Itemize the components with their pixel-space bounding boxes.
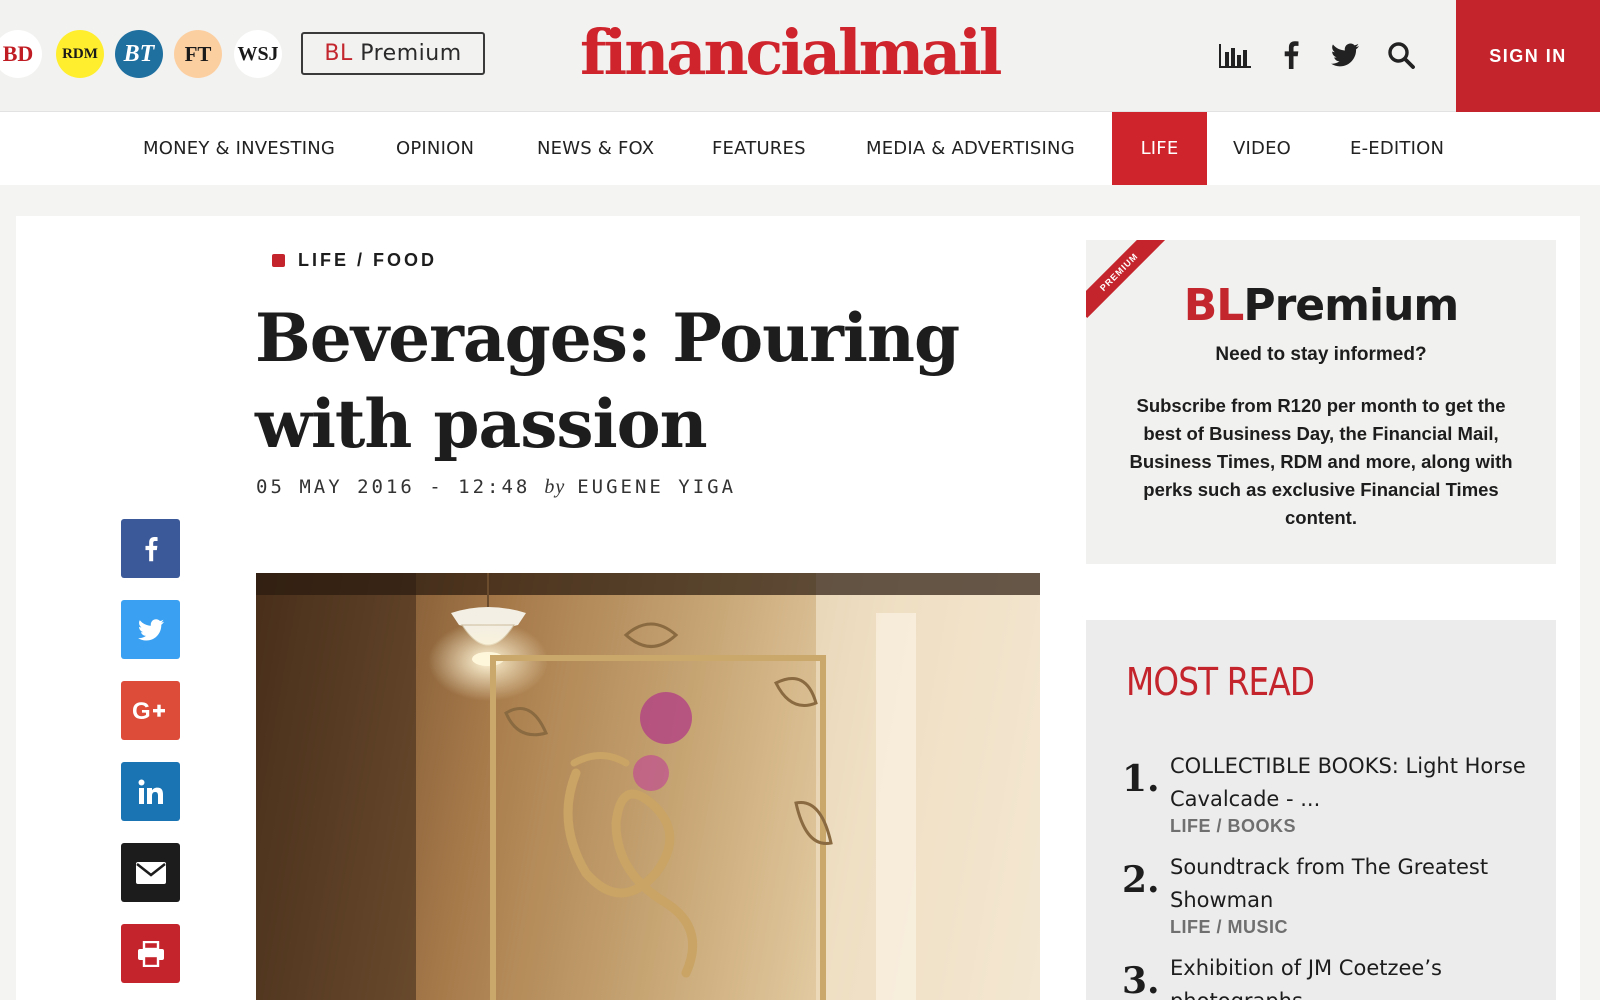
cafe-window-illustration <box>256 573 1040 1000</box>
most-read-title: MOST READ <box>1126 660 1315 704</box>
bl-premium-suffix: Premium <box>352 41 462 66</box>
nav-video[interactable]: VIDEO <box>1233 112 1291 185</box>
nav-media-advertising[interactable]: MEDIA & ADVERTISING <box>866 112 1075 185</box>
most-read-number: 1. <box>1122 758 1160 800</box>
article-hero-image <box>256 573 1040 1000</box>
share-google-plus-button[interactable]: G <box>121 681 180 740</box>
promo-body: Subscribe from R120 per month to get the… <box>1129 395 1513 528</box>
bl-premium-logo: BLPremium <box>1086 280 1556 331</box>
byline-by: by <box>544 476 566 498</box>
article-author[interactable]: EUGENE YIGA <box>577 476 736 498</box>
twitter-icon[interactable] <box>1328 38 1362 72</box>
wsj-logo[interactable]: WSJ <box>234 30 282 78</box>
most-read-headline[interactable]: Soundtrack from The Greatest Showman <box>1170 851 1530 917</box>
site-logo[interactable]: financialmail <box>580 16 1002 89</box>
most-read-panel: MOST READ 1. COLLECTIBLE BOOKS: Light Ho… <box>1086 620 1556 1000</box>
most-read-category[interactable]: LIFE / BOOKS <box>1170 816 1296 837</box>
bt-logo[interactable]: BT <box>115 30 163 78</box>
bl-premium-button[interactable]: BL Premium <box>301 32 485 75</box>
article-byline: 05 MAY 2016 - 12:48 by EUGENE YIGA <box>256 476 736 499</box>
share-linkedin-button[interactable] <box>121 762 180 821</box>
search-icon[interactable] <box>1384 38 1418 72</box>
nav-news-fox[interactable]: NEWS & FOX <box>537 112 654 185</box>
promo-logo-prefix: BL <box>1183 280 1245 331</box>
nav-e-edition[interactable]: E-EDITION <box>1350 112 1444 185</box>
svg-text:G: G <box>132 699 151 723</box>
rdm-logo[interactable]: RDM <box>56 30 104 78</box>
breadcrumb-text: LIFE / FOOD <box>298 250 437 270</box>
sign-in-button[interactable]: SIGN IN <box>1456 0 1600 112</box>
site-header: BD RDM BT FT WSJ BL Premium financialmai… <box>0 0 1600 112</box>
facebook-icon[interactable] <box>1274 38 1308 72</box>
bl-premium-prefix: BL <box>324 41 353 66</box>
share-facebook-button[interactable] <box>121 519 180 578</box>
ft-logo[interactable]: FT <box>174 30 222 78</box>
share-email-button[interactable] <box>121 843 180 902</box>
category-marker <box>272 254 285 267</box>
promo-logo-suffix: Premium <box>1243 280 1459 331</box>
most-read-number: 2. <box>1122 859 1160 901</box>
twitter-icon <box>137 618 164 641</box>
bd-logo[interactable]: BD <box>0 30 42 78</box>
nav-life[interactable]: LIFE <box>1112 112 1207 185</box>
nav-opinion[interactable]: OPINION <box>396 112 474 185</box>
nav-money-investing[interactable]: MONEY & INVESTING <box>143 112 335 185</box>
main-nav: MONEY & INVESTING OPINION NEWS & FOX FEA… <box>0 112 1600 185</box>
promo-question: Need to stay informed? <box>1215 344 1427 365</box>
nav-features[interactable]: FEATURES <box>712 112 806 185</box>
most-read-headline[interactable]: Exhibition of JM Coetzee’s photographs <box>1170 952 1530 1000</box>
envelope-icon <box>135 861 166 884</box>
printer-icon <box>137 940 164 967</box>
bl-premium-promo[interactable]: PREMIUM BLPremium Need to stay informed?… <box>1086 240 1556 564</box>
facebook-icon <box>144 536 158 561</box>
article-title: Beverages: Pouring with passion <box>255 299 960 463</box>
google-plus-icon: G <box>132 699 165 723</box>
linkedin-icon <box>138 779 163 804</box>
most-read-category[interactable]: LIFE / MUSIC <box>1170 917 1288 938</box>
article-date: 05 MAY 2016 - 12:48 <box>256 476 531 498</box>
most-read-number: 3. <box>1122 960 1160 1000</box>
share-twitter-button[interactable] <box>121 600 180 659</box>
share-print-button[interactable] <box>121 924 180 983</box>
chart-icon[interactable] <box>1218 38 1252 72</box>
breadcrumb[interactable]: LIFE / FOOD <box>272 250 437 271</box>
most-read-headline[interactable]: COLLECTIBLE BOOKS: Light Horse Cavalcade… <box>1170 750 1530 816</box>
